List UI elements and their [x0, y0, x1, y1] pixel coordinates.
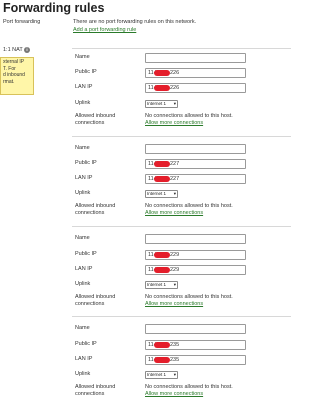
port-forwarding-label: Port forwarding	[3, 19, 41, 25]
redaction-mark	[154, 252, 170, 258]
lan-ip-label: LAN IP	[75, 266, 93, 272]
name-label: Name	[75, 54, 90, 60]
no-connections-text: No connections allowed to this host.	[145, 294, 233, 300]
allowed-inbound-line-2: connections	[75, 391, 105, 397]
lan-ip-field[interactable]: 114 226	[145, 83, 246, 93]
redaction-mark	[154, 342, 170, 348]
lan-ip-field[interactable]: 114 227	[145, 174, 246, 184]
chevron-down-icon: ▾	[173, 372, 176, 377]
allowed-inbound-label: Allowed inbound connections	[75, 203, 115, 217]
public-ip-suffix: 229	[170, 252, 180, 258]
nat-rule: Name Public IP 114 226 LAN IP 114 226 Up…	[72, 48, 291, 131]
nat-label: 1:1 NAT	[3, 47, 23, 53]
public-ip-label: Public IP	[75, 341, 97, 347]
uplink-label: Uplink	[75, 190, 91, 196]
page-title: Forwarding rules	[3, 1, 105, 15]
uplink-value: Internet 1	[147, 191, 167, 196]
allowed-inbound-line-1: Allowed inbound	[75, 203, 116, 209]
allowed-inbound-line-2: connections	[75, 301, 105, 307]
allowed-inbound-line-2: connections	[75, 210, 105, 216]
lan-ip-suffix: 227	[170, 176, 180, 182]
allow-more-connections-link[interactable]: Allow more connections	[145, 120, 203, 126]
name-field[interactable]	[145, 234, 246, 244]
public-ip-field[interactable]: 114 235	[145, 340, 246, 350]
nat-rule: Name Public IP 114 229 LAN IP 114 229 Up…	[72, 226, 291, 311]
no-connections-text: No connections allowed to this host.	[145, 384, 233, 390]
allow-more-connections-link[interactable]: Allow more connections	[145, 301, 203, 307]
public-ip-label: Public IP	[75, 69, 97, 75]
redaction-mark	[154, 70, 170, 76]
public-ip-field[interactable]: 114 227	[145, 159, 246, 169]
redaction-mark	[154, 85, 170, 91]
no-connections-text: No connections allowed to this host.	[145, 113, 233, 119]
name-field[interactable]	[145, 324, 246, 334]
allowed-inbound-line-1: Allowed inbound	[75, 384, 116, 390]
uplink-value: Internet 1	[147, 372, 167, 377]
name-label: Name	[75, 145, 90, 151]
public-ip-suffix: 226	[170, 70, 180, 76]
public-ip-label: Public IP	[75, 160, 97, 166]
allowed-inbound-label: Allowed inbound connections	[75, 384, 115, 398]
nat-rule: Name Public IP 114 227 LAN IP 114 227 Up…	[72, 136, 291, 221]
name-label: Name	[75, 325, 90, 331]
add-port-forwarding-link[interactable]: Add a port forwarding rule	[73, 27, 136, 33]
name-label: Name	[75, 235, 90, 241]
public-ip-field[interactable]: 114 229	[145, 250, 246, 260]
allowed-inbound-line-1: Allowed inbound	[75, 113, 116, 119]
uplink-value: Internet 1	[147, 101, 167, 106]
lan-ip-suffix: 229	[170, 267, 180, 273]
allow-more-connections-link[interactable]: Allow more connections	[145, 391, 203, 397]
allowed-inbound-line-2: connections	[75, 120, 105, 126]
allowed-inbound-line-1: Allowed inbound	[75, 294, 116, 300]
tooltip-line: rmat.	[3, 78, 15, 85]
name-field[interactable]	[145, 144, 246, 154]
port-forwarding-empty-text: There are no port forwarding rules on th…	[73, 19, 197, 25]
redaction-mark	[154, 161, 170, 167]
uplink-select[interactable]: Internet 1 ▾	[145, 190, 178, 198]
lan-ip-label: LAN IP	[75, 356, 93, 362]
uplink-label: Uplink	[75, 281, 91, 287]
uplink-select[interactable]: Internet 1 ▾	[145, 281, 178, 289]
uplink-value: Internet 1	[147, 282, 167, 287]
chevron-down-icon: ▾	[173, 191, 176, 196]
redaction-mark	[154, 267, 170, 273]
info-icon[interactable]: i	[24, 47, 30, 53]
nat-tooltip: xternal IP T. For d inbound rmat.	[0, 57, 34, 95]
chevron-down-icon: ▾	[173, 282, 176, 287]
public-ip-suffix: 235	[170, 342, 180, 348]
redaction-mark	[154, 176, 170, 182]
lan-ip-field[interactable]: 114 235	[145, 355, 246, 365]
lan-ip-label: LAN IP	[75, 84, 93, 90]
uplink-select[interactable]: Internet 1 ▾	[145, 371, 178, 379]
allowed-inbound-label: Allowed inbound connections	[75, 113, 115, 127]
uplink-label: Uplink	[75, 371, 91, 377]
lan-ip-suffix: 235	[170, 357, 180, 363]
lan-ip-label: LAN IP	[75, 175, 93, 181]
public-ip-suffix: 227	[170, 161, 180, 167]
uplink-select[interactable]: Internet 1 ▾	[145, 100, 178, 108]
nat-rule: Name Public IP 114 235 LAN IP 114 235 Up…	[72, 316, 291, 401]
allow-more-connections-link[interactable]: Allow more connections	[145, 210, 203, 216]
chevron-down-icon: ▾	[173, 101, 176, 106]
no-connections-text: No connections allowed to this host.	[145, 203, 233, 209]
public-ip-label: Public IP	[75, 251, 97, 257]
uplink-label: Uplink	[75, 100, 91, 106]
lan-ip-suffix: 226	[170, 85, 180, 91]
public-ip-field[interactable]: 114 226	[145, 68, 246, 78]
allowed-inbound-label: Allowed inbound connections	[75, 294, 115, 308]
name-field[interactable]	[145, 53, 246, 63]
redaction-mark	[154, 357, 170, 363]
lan-ip-field[interactable]: 114 229	[145, 265, 246, 275]
